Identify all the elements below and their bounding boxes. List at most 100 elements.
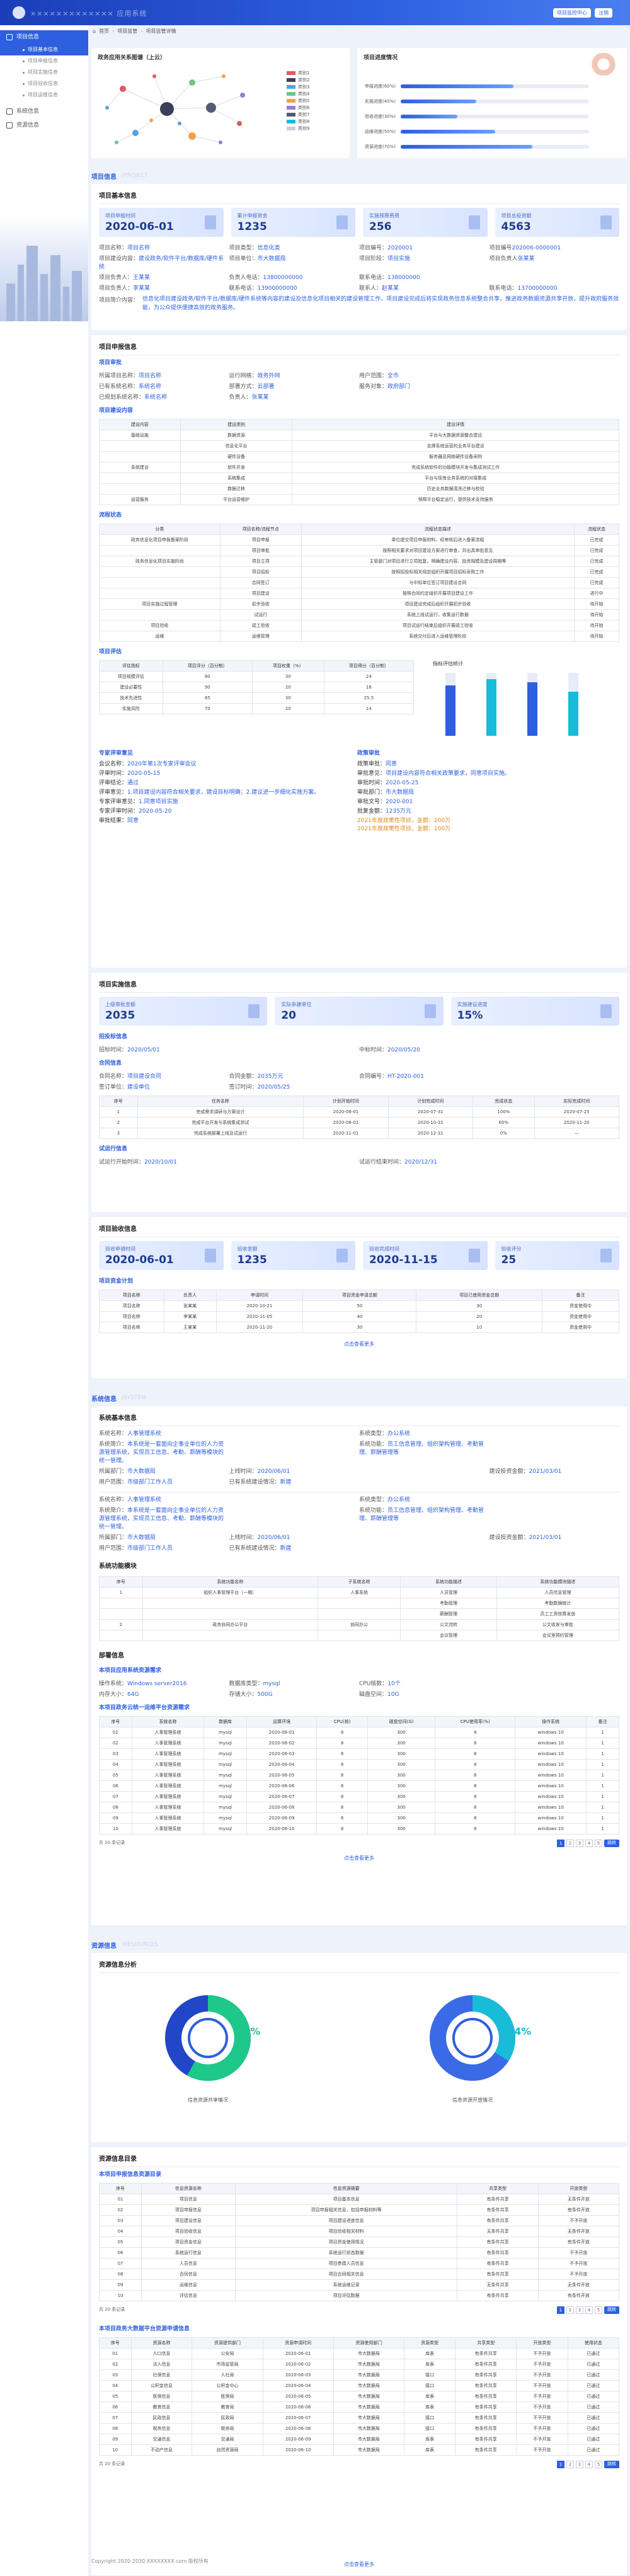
list-field: 审批部门：市大数据局 bbox=[357, 787, 597, 796]
progress-fill bbox=[401, 84, 514, 88]
page-1-button[interactable]: 1 bbox=[557, 2461, 564, 2468]
legend-swatch bbox=[287, 119, 295, 123]
table-cell: 已完成 bbox=[574, 577, 619, 588]
user-menu-button[interactable]: 项目监控中心 bbox=[553, 8, 591, 18]
table-row: 07 人事管理系统 mysql 2020-06-07 8 300 8 windows 10 1 bbox=[99, 1791, 619, 1802]
table-cell: 待开始 bbox=[574, 631, 619, 642]
table-cell: 进行中 bbox=[574, 588, 619, 599]
table-cell: 市大数据局 bbox=[333, 2348, 404, 2359]
field-label: 审批部门： bbox=[357, 789, 386, 796]
table-cell: 市大数据局 bbox=[333, 2444, 404, 2456]
page-2-button[interactable]: 2 bbox=[566, 2461, 574, 2468]
field-item: 上线时间：2020/06/01 bbox=[229, 1467, 360, 1475]
page-5-button[interactable]: 5 bbox=[595, 1840, 602, 1847]
table-cell: 项目审批 bbox=[219, 545, 302, 556]
bid-fields: 招标时间：2020/05/01 中标时间：2020/05/20 bbox=[91, 1043, 627, 1056]
graph-legend: 类别1 类别2 类别3 类别4 类别5 类别6 类别7 类别8 类别9 bbox=[287, 69, 309, 132]
page-1-button[interactable]: 1 bbox=[557, 1840, 564, 1847]
go-button[interactable]: 跳转 bbox=[604, 1840, 619, 1847]
table-cell: 2020-06-09 bbox=[262, 2434, 334, 2445]
page-5-button[interactable]: 5 bbox=[595, 2461, 602, 2468]
table-cell: 员工工资核算发放 bbox=[496, 1608, 620, 1620]
logout-button[interactable]: 注销 bbox=[595, 8, 612, 18]
stat-card: 实施建设进度 15% bbox=[450, 997, 619, 1026]
table-cell bbox=[99, 588, 220, 599]
cloud-table: 序号 系统名称 数据库 运算环境 CPU(核) 磁盘空间(G) CPU使用率(%) 操作系统备… bbox=[99, 1716, 619, 1835]
field-item: 系统简介：本系统是一套面向企事业单位的人力资源管理系统，实现员工信息、考勤、薪酬… bbox=[99, 1506, 229, 1530]
field-item bbox=[229, 1045, 360, 1053]
page-3-button[interactable]: 3 bbox=[576, 1840, 583, 1847]
table-header: 系统功能模块描述 bbox=[496, 1576, 620, 1588]
field-value: 13700000000 bbox=[517, 285, 558, 292]
table-cell: 信息化平台 bbox=[180, 440, 293, 452]
fund-table: 项目名称 负责人 申请时间 项目资金申请总额 项目已使用资金总额 备注 项目名称 张某某 202… bbox=[99, 1290, 619, 1333]
home-icon[interactable]: ⌂ bbox=[93, 28, 96, 34]
legend-item: 类别6 bbox=[287, 104, 309, 111]
go-button[interactable]: 跳转 bbox=[604, 2306, 619, 2314]
table-row: 08 人事管理系统 mysql 2020-06-08 8 300 8 windows 10 1 bbox=[99, 1802, 619, 1813]
field-value: 2020/05/20 bbox=[387, 1047, 420, 1053]
field-value: 项目名称 bbox=[127, 245, 151, 251]
field-value: 市级部门工作人员 bbox=[127, 1479, 173, 1485]
page-3-button[interactable]: 3 bbox=[576, 2461, 583, 2468]
table-cell: 09 bbox=[99, 2434, 132, 2445]
sidebar-subitem-ops[interactable]: 项目运维信息 bbox=[0, 89, 88, 101]
table-cell: 有条件共享 bbox=[457, 2236, 539, 2248]
breadcrumb-home[interactable]: 首页 bbox=[99, 28, 109, 35]
table-row: 04 项目验收信息 项目验收相关材料 无条件共享 无条件开放 bbox=[98, 2226, 620, 2237]
field-item: 合同金额：2035万元 bbox=[229, 1072, 360, 1080]
sidebar-item-system[interactable]: 系统信息 bbox=[0, 105, 88, 118]
approve-title: 政策审批 bbox=[357, 750, 381, 757]
sidebar-subitem-apply[interactable]: 项目申报信息 bbox=[0, 55, 88, 67]
list-field: 审批意见：项目建设内容符合相关政策要求，同意项目实施。 bbox=[357, 769, 597, 777]
table-cell: 库表 bbox=[403, 2348, 456, 2359]
sidebar-subitem-accept[interactable]: 项目验收信息 bbox=[0, 78, 88, 89]
table-row: 10 人事管理系统 mysql 2020-06-10 8 300 8 windows 10 1 bbox=[99, 1823, 619, 1835]
go-button[interactable]: 跳转 bbox=[604, 2461, 619, 2468]
page-4-button[interactable]: 4 bbox=[585, 1840, 593, 1847]
page-5-button[interactable]: 5 bbox=[595, 2306, 602, 2314]
table-cell: 系统运行信息 bbox=[141, 2247, 236, 2258]
section-title-en: /SYSTEM bbox=[122, 1395, 146, 1401]
table-cell: 30 bbox=[302, 1322, 417, 1333]
table-cell: 交通局 bbox=[192, 2434, 263, 2445]
field-label: 系统简介： bbox=[99, 1441, 128, 1448]
breadcrumb-level1[interactable]: 项目监管 bbox=[117, 28, 137, 35]
field-value: 办公系统 bbox=[387, 1497, 411, 1503]
page-3-button[interactable]: 3 bbox=[576, 2306, 583, 2314]
stat-icon bbox=[204, 1249, 216, 1262]
basic-stats: 项目申报时间 2020-06-01 累计申报资金 1235 实施预算费用 256 项目总投资… bbox=[91, 204, 627, 241]
stat-icon bbox=[600, 1004, 612, 1018]
field-item: 所属项目名称：项目名称 bbox=[99, 371, 229, 379]
page-2-button[interactable]: 2 bbox=[566, 2306, 574, 2314]
sidebar-subitem-implement[interactable]: 项目实施信息 bbox=[0, 67, 88, 78]
field-item: 用户范围：市级部门工作人员 bbox=[99, 1477, 229, 1485]
sidebar-subitem-basic[interactable]: 项目基本信息 bbox=[0, 44, 88, 55]
table-cell: 09 bbox=[99, 1812, 132, 1824]
page-4-button[interactable]: 4 bbox=[585, 2461, 593, 2468]
table-cell: 软件开发 bbox=[180, 462, 293, 473]
sidebar-item-project[interactable]: 项目信息 bbox=[0, 30, 88, 44]
table-cell: 已通过 bbox=[567, 2348, 620, 2359]
table-row: 01 项目信息 项目基本信息 有条件共享 无条件开放 bbox=[98, 2194, 620, 2205]
field-label: 建设投资金额： bbox=[489, 1535, 529, 1541]
field-item: 项目名称：项目名称 bbox=[99, 243, 229, 251]
page-4-button[interactable]: 4 bbox=[585, 2306, 593, 2314]
table-cell: 实施风险 bbox=[99, 703, 163, 714]
system-more-link[interactable]: 点击查看更多 bbox=[91, 1850, 627, 1867]
page-1-button[interactable]: 1 bbox=[557, 2306, 564, 2314]
table-cell: 项目名称 bbox=[99, 1322, 164, 1333]
table-cell: 1 bbox=[586, 1748, 619, 1760]
field-item bbox=[490, 382, 620, 390]
table-cell: 有条件开放 bbox=[537, 2290, 620, 2301]
page-2-button[interactable]: 2 bbox=[566, 1840, 574, 1847]
donut-inner-ring bbox=[188, 2018, 228, 2058]
sidebar-item-resource[interactable]: 资源信息 bbox=[0, 118, 88, 132]
field-value: 2020-05-15 bbox=[127, 770, 161, 777]
section-title-en: /PROJECT bbox=[122, 173, 148, 179]
table-cell: 社保信息 bbox=[130, 2369, 193, 2381]
stat-value: 25 bbox=[501, 1254, 517, 1266]
table-cell: 2020-06-04 bbox=[246, 1759, 318, 1770]
accept-more-link[interactable]: 点击查看更多 bbox=[91, 1336, 627, 1353]
table-cell: 人事管理系统 bbox=[131, 1737, 205, 1749]
